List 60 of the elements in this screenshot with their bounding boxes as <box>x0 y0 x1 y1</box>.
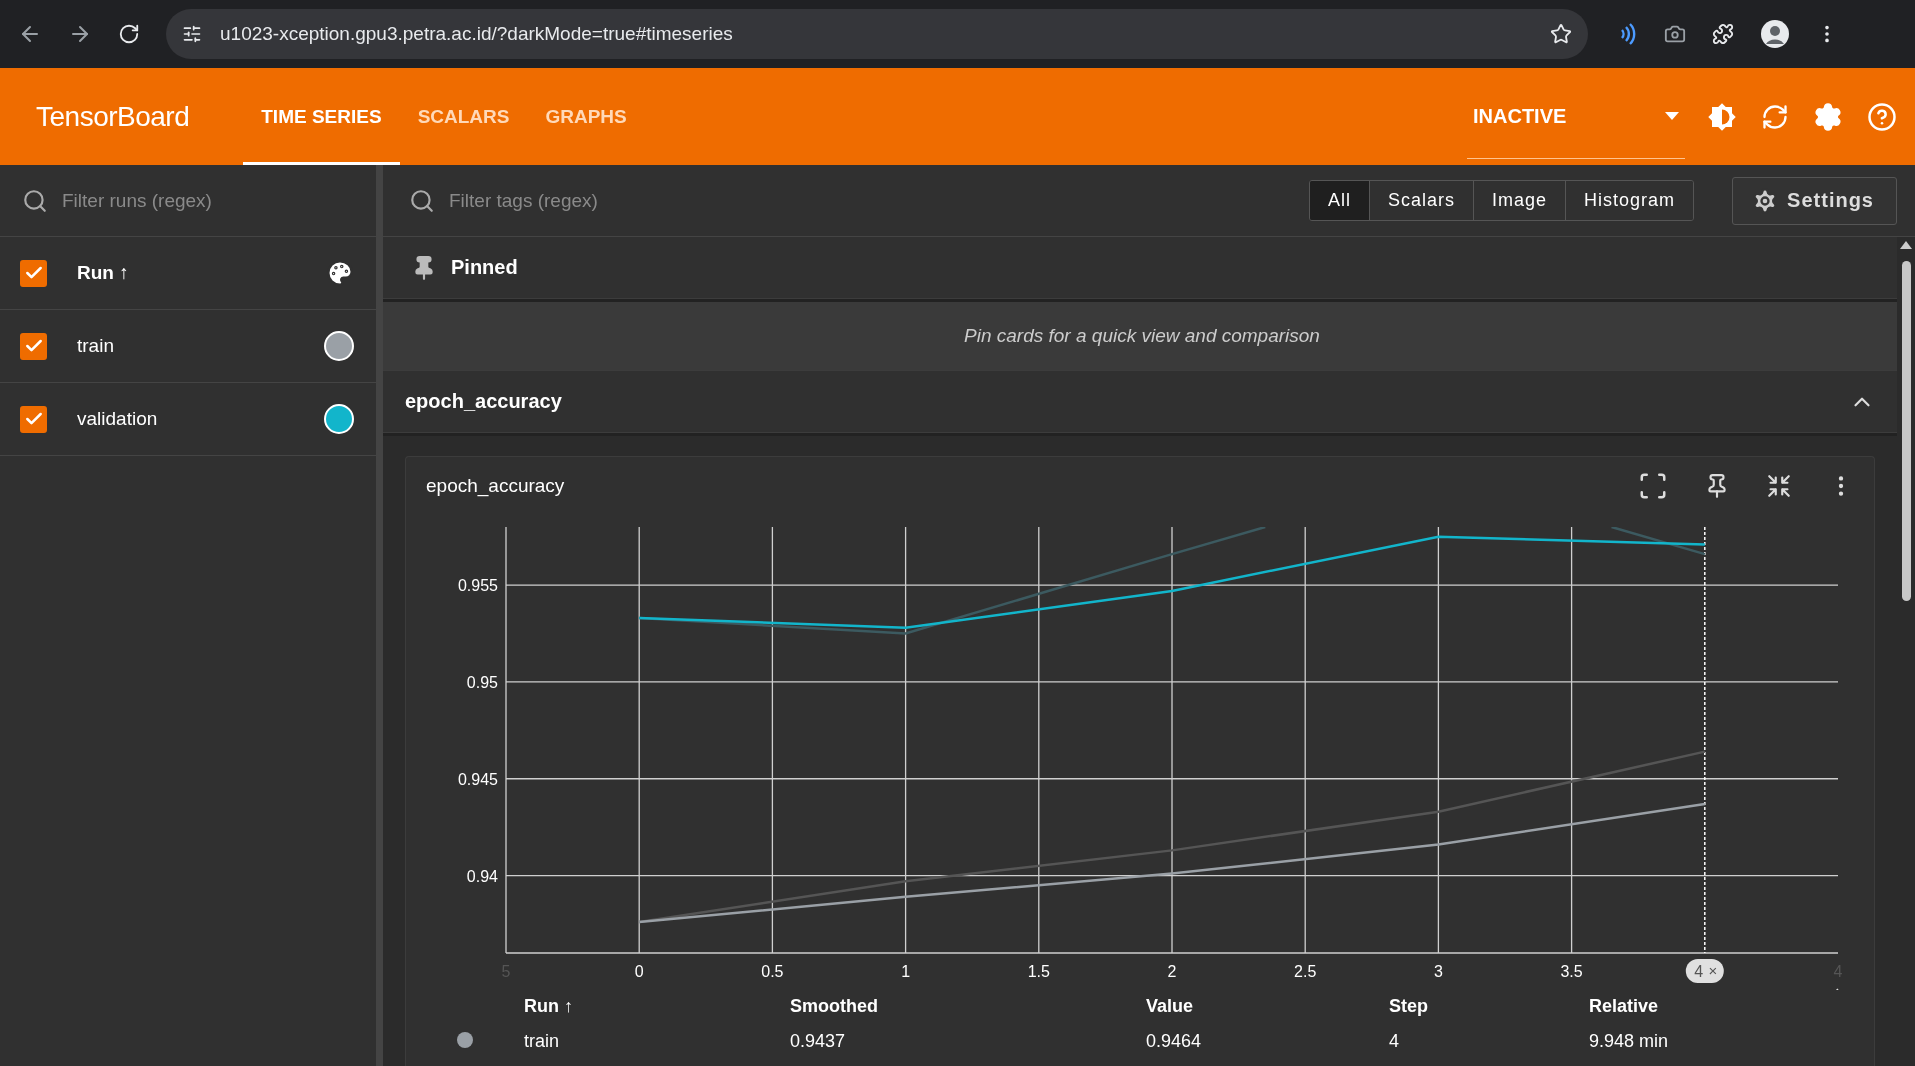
x-tick-label: 3.5 <box>1560 962 1583 980</box>
table-cell: 0.9437 <box>790 1031 846 1052</box>
card-title: epoch_accuracy <box>426 474 566 497</box>
table-cell: 0.9464 <box>1146 1031 1202 1052</box>
run-column-header[interactable]: Run ↑ <box>77 262 296 284</box>
y-tick-label: 0.945 <box>457 770 498 788</box>
column-header: Value <box>1146 996 1194 1017</box>
step-badge[interactable]: 4 × <box>1685 958 1724 983</box>
checkbox[interactable] <box>20 332 47 360</box>
address-bar[interactable]: u1023-xception.gpu3.petra.ac.id/?darkMode=true#timeseries <box>166 9 1588 59</box>
settings-icon[interactable] <box>1813 101 1843 132</box>
scroll-up-icon[interactable] <box>1900 241 1912 249</box>
y-tick-label: 0.94 <box>466 867 498 885</box>
help-icon[interactable] <box>1867 101 1897 132</box>
site-settings-icon[interactable] <box>182 24 202 44</box>
column-header: Step <box>1389 996 1428 1017</box>
search-icon <box>409 187 435 214</box>
type-filter-button[interactable]: Histogram <box>1565 181 1694 220</box>
tag-filter-field[interactable]: Filter tags (regex) <box>447 188 747 213</box>
table-cell: 9.948 min <box>1589 1031 1669 1052</box>
camera-icon[interactable] <box>1664 23 1686 45</box>
caret-icon <box>1665 112 1679 120</box>
x-tick-label: 0.5 <box>761 962 784 980</box>
x-tick-label: 2 <box>1167 962 1177 980</box>
brightness-icon[interactable] <box>1707 101 1737 132</box>
column-header: Smoothed <box>790 996 878 1017</box>
y-tick-label: 0.955 <box>457 576 498 594</box>
palette-icon[interactable] <box>326 259 354 287</box>
reload-icon[interactable] <box>118 23 140 45</box>
extensions-icon[interactable] <box>1712 23 1734 45</box>
table-cell: train <box>524 1031 559 1052</box>
settings-button[interactable]: Settings <box>1732 176 1897 225</box>
run-name: validation <box>77 408 159 430</box>
run-name: train <box>77 335 115 357</box>
x-tick-label: 1 <box>901 962 911 980</box>
section-title: Pinned <box>451 256 519 279</box>
x-tick-label: 2.5 <box>1294 962 1317 980</box>
avatar-icon[interactable] <box>1760 19 1790 49</box>
run-color-dot[interactable] <box>324 404 354 434</box>
refresh-icon[interactable] <box>1761 102 1789 131</box>
table-cell: 4 <box>1389 1031 1399 1052</box>
star-icon[interactable] <box>1550 23 1572 45</box>
scrollbar-thumb[interactable] <box>1901 261 1911 601</box>
search-icon <box>22 187 48 214</box>
column-header[interactable]: Run ↑ <box>524 996 573 1017</box>
app-logo: TensorBoard <box>36 100 190 133</box>
collapse-size-icon[interactable] <box>1766 472 1792 499</box>
group-title: epoch_accuracy <box>405 390 563 413</box>
type-filter-button[interactable]: All <box>1310 181 1369 220</box>
run-filter-field[interactable]: Filter runs (regex) <box>60 188 354 213</box>
y-tick-label: 0.95 <box>466 673 498 691</box>
empty-pinned-message: Pin cards for a quick view and comparison <box>963 325 1321 347</box>
checkbox[interactable] <box>20 259 47 287</box>
checkbox[interactable] <box>20 405 47 433</box>
column-header: Relative <box>1589 996 1659 1017</box>
x-tick-label: 1.5 <box>1027 962 1050 980</box>
url-text: u1023-xception.gpu3.petra.ac.id/?darkMode=true#timeseries <box>220 23 734 45</box>
x-tick-label: 0 <box>634 962 644 980</box>
run-color-dot[interactable] <box>324 331 354 361</box>
x-tick-label: 3 <box>1433 962 1443 980</box>
